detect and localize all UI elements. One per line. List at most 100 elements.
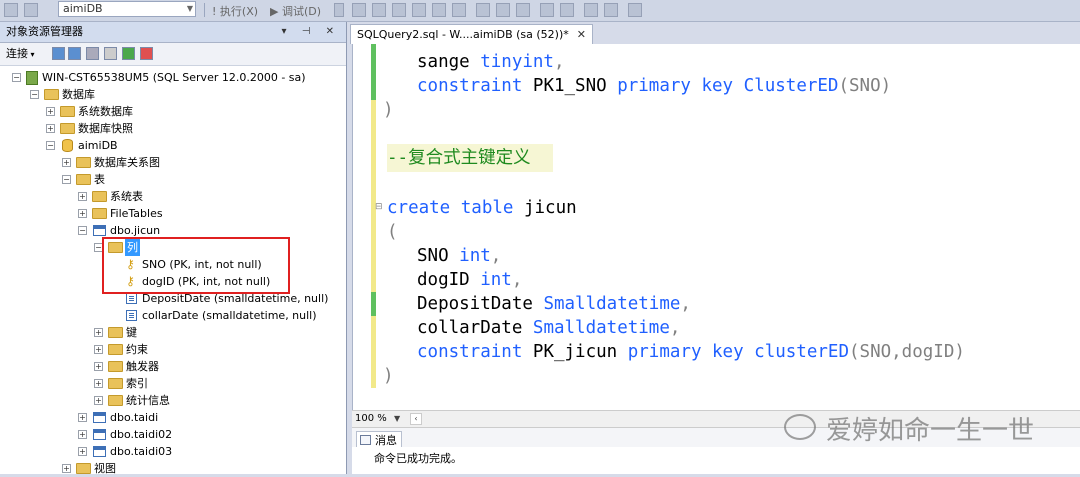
outdent-icon[interactable] xyxy=(604,3,618,17)
expand-icon[interactable]: + xyxy=(94,379,103,388)
results-file-icon[interactable] xyxy=(516,3,530,17)
change-marker xyxy=(371,100,376,148)
code-comment: --复合式主键定义 xyxy=(387,148,531,168)
code-line: SNO int, xyxy=(417,244,501,268)
include-plan-icon[interactable] xyxy=(452,3,466,17)
query-options-icon[interactable] xyxy=(412,3,426,17)
zoom-level[interactable]: 100 % xyxy=(355,411,387,427)
plan-icon[interactable] xyxy=(392,3,406,17)
comment-icon[interactable] xyxy=(540,3,554,17)
folder-icon xyxy=(108,327,123,338)
stop-icon[interactable] xyxy=(334,3,344,17)
databases-label: 数据库 xyxy=(62,88,95,101)
statistics-label: 统计信息 xyxy=(126,394,170,407)
expand-icon[interactable]: + xyxy=(62,158,71,167)
folder-icon xyxy=(60,106,75,117)
watermark: 爱婷如命一生一世 xyxy=(826,416,1035,446)
expand-icon[interactable]: + xyxy=(78,447,87,456)
intellisense-icon[interactable] xyxy=(432,3,446,17)
execute-button[interactable]: ! 执行(X) xyxy=(212,3,258,19)
collapse-icon[interactable]: − xyxy=(12,73,21,82)
fold-icon[interactable]: ⊟ xyxy=(375,202,383,212)
collapse-icon[interactable]: − xyxy=(62,175,71,184)
collapse-icon[interactable]: − xyxy=(46,141,55,150)
code-line: collarDate Smalldatetime, xyxy=(417,316,680,340)
expand-icon[interactable]: + xyxy=(78,209,87,218)
debug-button[interactable]: ▶ 调试(D) xyxy=(270,3,321,19)
messages-tab-label: 消息 xyxy=(375,434,397,447)
dbo-taidi02-label: dbo.taidi02 xyxy=(110,428,173,441)
results-grid-icon[interactable] xyxy=(496,3,510,17)
code-punct: , xyxy=(669,318,681,338)
code-keyword: int xyxy=(459,246,491,266)
code-keyword: int xyxy=(480,270,512,290)
activity-monitor-icon[interactable] xyxy=(140,47,153,60)
tab-messages[interactable]: 消息 xyxy=(356,431,402,448)
database-combo[interactable]: aimiDB ▼ xyxy=(58,1,196,17)
code-ident: DepositDate xyxy=(417,294,544,314)
scroll-left-icon[interactable]: ‹ xyxy=(410,413,422,425)
close-icon[interactable]: ✕ xyxy=(577,28,586,41)
code-keyword: create table xyxy=(387,198,524,218)
expand-icon[interactable]: + xyxy=(78,192,87,201)
editor-tab-bar: SQLQuery2.sql - W....aimiDB (sa (52))* ✕ xyxy=(348,22,1080,44)
expand-icon[interactable]: + xyxy=(46,107,55,116)
folder-icon xyxy=(76,157,91,168)
object-explorer-panel: 对象资源管理器 ▾ ⊣ ✕ 连接 ▾ − WIN-CST65538UM5 (SQ… xyxy=(0,22,347,475)
sql-editor[interactable]: ⊟ sange tinyint, constraint PK1_SNO prim… xyxy=(352,44,1080,410)
folder-icon xyxy=(108,378,123,389)
expand-icon[interactable]: + xyxy=(94,396,103,405)
disconnect-icon[interactable] xyxy=(68,47,81,60)
col-collardate-label: collarDate (smalldatetime, null) xyxy=(142,309,317,322)
code-keyword: Smalldatetime xyxy=(532,318,670,338)
parse-icon[interactable] xyxy=(352,3,366,17)
connect-button[interactable]: 连接 xyxy=(6,47,28,60)
new-query-icon[interactable] xyxy=(4,3,18,17)
results-text-icon[interactable] xyxy=(476,3,490,17)
code-line: ) xyxy=(383,98,394,122)
code-ident: dogID xyxy=(417,270,481,290)
aimidb-label: aimiDB xyxy=(78,139,118,152)
tables-label: 表 xyxy=(94,173,105,186)
tab-label: SQLQuery2.sql - W....aimiDB (sa (52))* xyxy=(357,28,569,41)
collapse-icon[interactable]: − xyxy=(78,226,87,235)
panel-pin-icons[interactable]: ▾ ⊣ ✕ xyxy=(282,22,340,42)
code-keyword: constraint xyxy=(417,76,533,96)
triggers-label: 触发器 xyxy=(126,360,159,373)
expand-icon[interactable]: + xyxy=(62,464,71,473)
expand-icon[interactable]: + xyxy=(46,124,55,133)
views-label: 视图 xyxy=(94,462,116,475)
constraints-label: 约束 xyxy=(126,343,148,356)
db-diagrams-label: 数据库关系图 xyxy=(94,156,160,169)
specify-values-icon[interactable] xyxy=(628,3,642,17)
table-icon xyxy=(93,429,106,440)
connect-icon[interactable] xyxy=(52,47,65,60)
expand-icon[interactable]: + xyxy=(94,362,103,371)
filter-icon[interactable] xyxy=(104,47,117,60)
results-icon[interactable] xyxy=(372,3,386,17)
refresh-icon[interactable] xyxy=(122,47,135,60)
uncomment-icon[interactable] xyxy=(560,3,574,17)
toolbar: aimiDB ▼ ! 执行(X) ▶ 调试(D) xyxy=(0,0,1080,22)
expand-icon[interactable]: + xyxy=(78,413,87,422)
code-line: --复合式主键定义 xyxy=(387,146,531,170)
expand-icon[interactable]: + xyxy=(78,430,87,439)
change-marker xyxy=(371,172,376,292)
server-icon xyxy=(26,71,38,85)
table-icon xyxy=(93,225,106,236)
tab-sqlquery2[interactable]: SQLQuery2.sql - W....aimiDB (sa (52))* ✕ xyxy=(350,24,593,44)
chevron-down-icon[interactable]: ▼ xyxy=(394,411,400,427)
object-tree: − WIN-CST65538UM5 (SQL Server 12.0.2000 … xyxy=(0,66,346,475)
folder-icon xyxy=(92,191,107,202)
expand-icon[interactable]: + xyxy=(94,345,103,354)
toolbar-divider xyxy=(204,3,205,17)
database-icon[interactable] xyxy=(24,3,38,17)
indent-icon[interactable] xyxy=(584,3,598,17)
object-explorer-title: 对象资源管理器 xyxy=(6,25,83,38)
change-marker xyxy=(371,316,376,388)
chevron-down-icon: ▼ xyxy=(186,4,193,13)
stop-icon[interactable] xyxy=(86,47,99,60)
code-punct: , xyxy=(490,246,502,266)
collapse-icon[interactable]: − xyxy=(30,90,39,99)
expand-icon[interactable]: + xyxy=(94,328,103,337)
